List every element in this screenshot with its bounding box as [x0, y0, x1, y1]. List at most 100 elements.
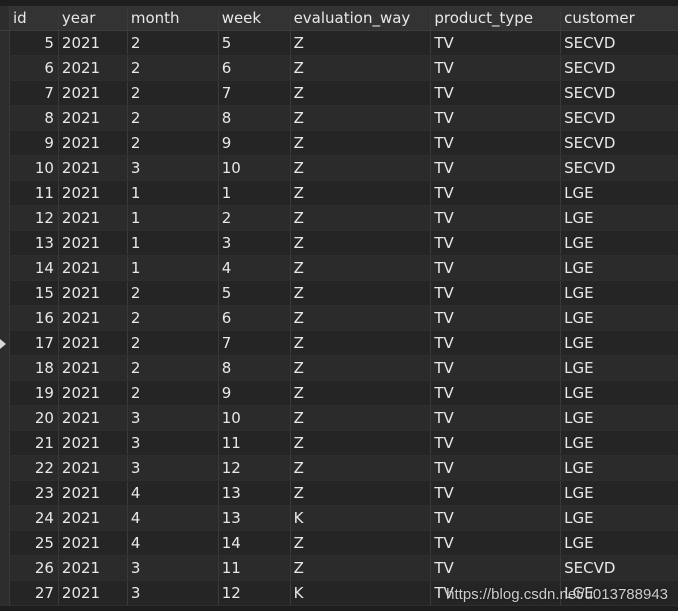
- cell-week[interactable]: 8: [219, 356, 291, 380]
- cell-month[interactable]: 2: [128, 81, 219, 105]
- cell-month[interactable]: 2: [128, 131, 219, 155]
- cell-month[interactable]: 1: [128, 206, 219, 230]
- cell-customer[interactable]: LGE: [561, 306, 678, 330]
- cell-week[interactable]: 7: [219, 81, 291, 105]
- cell-customer[interactable]: LGE: [561, 531, 678, 555]
- cell-id[interactable]: 6: [10, 56, 59, 80]
- cell-week[interactable]: 11: [219, 556, 291, 580]
- table-row[interactable]: 20 2021 3 10 Z TV LGE: [0, 406, 678, 431]
- row-header[interactable]: [0, 506, 10, 530]
- cell-product-type[interactable]: TV: [431, 256, 562, 280]
- cell-customer[interactable]: LGE: [561, 256, 678, 280]
- cell-product-type[interactable]: TV: [431, 381, 562, 405]
- cell-evaluation-way[interactable]: Z: [291, 231, 432, 255]
- row-header[interactable]: [0, 331, 10, 355]
- cell-evaluation-way[interactable]: Z: [291, 431, 432, 455]
- table-row[interactable]: 9 2021 2 9 Z TV SECVD: [0, 131, 678, 156]
- cell-year[interactable]: 2021: [59, 356, 128, 380]
- cell-month[interactable]: 4: [128, 531, 219, 555]
- cell-product-type[interactable]: TV: [431, 406, 562, 430]
- cell-month[interactable]: 3: [128, 156, 219, 180]
- cell-customer[interactable]: SECVD: [561, 106, 678, 130]
- table-row[interactable]: 15 2021 2 5 Z TV LGE: [0, 281, 678, 306]
- cell-month[interactable]: 4: [128, 481, 219, 505]
- cell-evaluation-way[interactable]: Z: [291, 306, 432, 330]
- cell-month[interactable]: 3: [128, 581, 219, 605]
- cell-id[interactable]: 7: [10, 81, 59, 105]
- cell-week[interactable]: 13: [219, 506, 291, 530]
- table-row[interactable]: 7 2021 2 7 Z TV SECVD: [0, 81, 678, 106]
- cell-week[interactable]: 7: [219, 331, 291, 355]
- cell-evaluation-way[interactable]: Z: [291, 481, 432, 505]
- row-header[interactable]: [0, 131, 10, 155]
- cell-year[interactable]: 2021: [59, 456, 128, 480]
- cell-id[interactable]: 14: [10, 256, 59, 280]
- cell-product-type[interactable]: TV: [431, 331, 562, 355]
- cell-month[interactable]: 3: [128, 406, 219, 430]
- cell-evaluation-way[interactable]: Z: [291, 106, 432, 130]
- cell-week[interactable]: 12: [219, 456, 291, 480]
- cell-month[interactable]: 2: [128, 281, 219, 305]
- row-header[interactable]: [0, 231, 10, 255]
- cell-evaluation-way[interactable]: Z: [291, 331, 432, 355]
- cell-week[interactable]: 12: [219, 581, 291, 605]
- cell-evaluation-way[interactable]: Z: [291, 181, 432, 205]
- cell-year[interactable]: 2021: [59, 306, 128, 330]
- cell-product-type[interactable]: TV: [431, 81, 562, 105]
- cell-id[interactable]: 26: [10, 556, 59, 580]
- row-header[interactable]: [0, 556, 10, 580]
- table-row[interactable]: 18 2021 2 8 Z TV LGE: [0, 356, 678, 381]
- cell-year[interactable]: 2021: [59, 281, 128, 305]
- cell-product-type[interactable]: TV: [431, 306, 562, 330]
- cell-week[interactable]: 11: [219, 431, 291, 455]
- cell-year[interactable]: 2021: [59, 481, 128, 505]
- cell-year[interactable]: 2021: [59, 106, 128, 130]
- row-header[interactable]: [0, 356, 10, 380]
- cell-customer[interactable]: SECVD: [561, 31, 678, 55]
- cell-product-type[interactable]: TV: [431, 56, 562, 80]
- cell-product-type[interactable]: TV: [431, 156, 562, 180]
- row-header[interactable]: [0, 381, 10, 405]
- cell-evaluation-way[interactable]: Z: [291, 556, 432, 580]
- cell-customer[interactable]: LGE: [561, 581, 678, 605]
- table-row[interactable]: 10 2021 3 10 Z TV SECVD: [0, 156, 678, 181]
- cell-week[interactable]: 10: [219, 406, 291, 430]
- cell-year[interactable]: 2021: [59, 556, 128, 580]
- cell-customer[interactable]: SECVD: [561, 556, 678, 580]
- cell-id[interactable]: 20: [10, 406, 59, 430]
- row-header[interactable]: [0, 281, 10, 305]
- cell-evaluation-way[interactable]: Z: [291, 381, 432, 405]
- cell-year[interactable]: 2021: [59, 156, 128, 180]
- cell-year[interactable]: 2021: [59, 131, 128, 155]
- cell-year[interactable]: 2021: [59, 56, 128, 80]
- cell-product-type[interactable]: TV: [431, 106, 562, 130]
- cell-evaluation-way[interactable]: Z: [291, 31, 432, 55]
- cell-year[interactable]: 2021: [59, 581, 128, 605]
- cell-month[interactable]: 2: [128, 306, 219, 330]
- cell-evaluation-way[interactable]: Z: [291, 256, 432, 280]
- row-header[interactable]: [0, 256, 10, 280]
- cell-customer[interactable]: SECVD: [561, 81, 678, 105]
- cell-customer[interactable]: SECVD: [561, 56, 678, 80]
- cell-year[interactable]: 2021: [59, 31, 128, 55]
- row-header[interactable]: [0, 106, 10, 130]
- cell-customer[interactable]: SECVD: [561, 131, 678, 155]
- cell-product-type[interactable]: TV: [431, 281, 562, 305]
- cell-product-type[interactable]: TV: [431, 506, 562, 530]
- cell-week[interactable]: 8: [219, 106, 291, 130]
- table-row[interactable]: 17 2021 2 7 Z TV LGE: [0, 331, 678, 356]
- cell-id[interactable]: 25: [10, 531, 59, 555]
- cell-id[interactable]: 16: [10, 306, 59, 330]
- table-row[interactable]: 23 2021 4 13 Z TV LGE: [0, 481, 678, 506]
- cell-customer[interactable]: LGE: [561, 381, 678, 405]
- table-row[interactable]: 27 2021 3 12 K TV LGE: [0, 581, 678, 606]
- cell-month[interactable]: 4: [128, 506, 219, 530]
- cell-week[interactable]: 1: [219, 181, 291, 205]
- cell-year[interactable]: 2021: [59, 506, 128, 530]
- cell-id[interactable]: 17: [10, 331, 59, 355]
- cell-product-type[interactable]: TV: [431, 356, 562, 380]
- cell-id[interactable]: 10: [10, 156, 59, 180]
- row-header[interactable]: [0, 206, 10, 230]
- cell-month[interactable]: 1: [128, 231, 219, 255]
- cell-week[interactable]: 5: [219, 31, 291, 55]
